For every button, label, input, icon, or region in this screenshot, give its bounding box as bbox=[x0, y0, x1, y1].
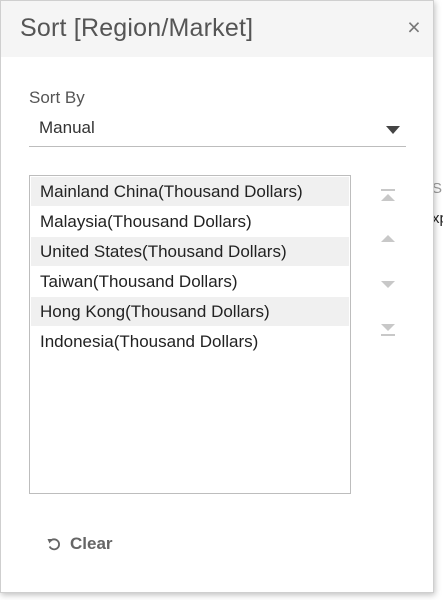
list-item[interactable]: Mainland China(Thousand Dollars) bbox=[31, 177, 349, 207]
sort-by-dropdown[interactable]: Manual bbox=[29, 113, 406, 147]
list-item[interactable]: Hong Kong(Thousand Dollars) bbox=[31, 297, 349, 327]
sort-by-label: Sort By bbox=[29, 88, 85, 107]
move-up-icon[interactable] bbox=[379, 231, 397, 249]
sort-by-value: Manual bbox=[39, 118, 95, 137]
move-to-top-icon[interactable] bbox=[379, 187, 397, 205]
list-item[interactable]: Taiwan(Thousand Dollars) bbox=[31, 267, 349, 297]
undo-icon bbox=[46, 536, 62, 552]
move-to-bottom-icon[interactable] bbox=[379, 321, 397, 339]
list-item[interactable]: Indonesia(Thousand Dollars) bbox=[31, 327, 349, 357]
close-button[interactable]: × bbox=[402, 15, 426, 39]
sort-dialog: Sort [Region/Market] × Sort By Manual Ma… bbox=[0, 0, 434, 593]
dialog-header: Sort [Region/Market] × bbox=[1, 1, 433, 57]
clear-label: Clear bbox=[70, 534, 113, 553]
list-item[interactable]: United States(Thousand Dollars) bbox=[31, 237, 349, 267]
move-down-icon[interactable] bbox=[379, 277, 397, 295]
chevron-down-icon bbox=[386, 126, 400, 134]
sort-order-list[interactable]: Mainland China(Thousand Dollars) Malaysi… bbox=[29, 175, 351, 494]
dialog-title: Sort [Region/Market] bbox=[20, 14, 254, 42]
list-item[interactable]: Malaysia(Thousand Dollars) bbox=[31, 207, 349, 237]
